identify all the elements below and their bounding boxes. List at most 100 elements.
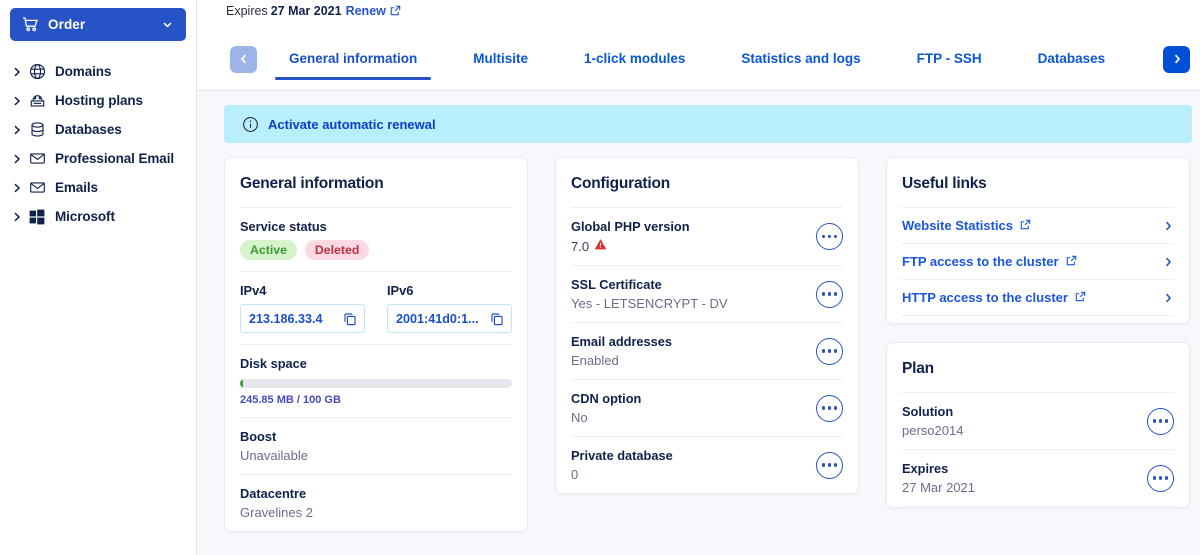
column-configuration: Configuration Global PHP version 7.0 SSL… [555, 157, 859, 532]
chevron-right-icon [1163, 292, 1174, 304]
order-button[interactable]: Order [10, 8, 186, 41]
sidebar-item-emails[interactable]: Emails [10, 173, 186, 202]
row-label: Service status [240, 219, 327, 234]
tabs-prev-button[interactable] [230, 45, 257, 73]
row-label: Disk space [240, 356, 307, 371]
row-value: 0 [571, 467, 579, 482]
tabs-next-button[interactable] [1163, 45, 1190, 73]
card-title: Configuration [571, 175, 670, 192]
ipv4-block: IPv4 213.186.33.4 [240, 283, 365, 333]
sidebar-item-label: Hosting plans [55, 93, 143, 108]
tab-ftp-ssh[interactable]: FTP - SSH [893, 26, 1006, 91]
tab-databases[interactable]: Databases [1014, 26, 1130, 91]
external-link-icon [1075, 290, 1086, 305]
tab-label: Multisite [473, 50, 529, 66]
sidebar-item-hosting-plans[interactable]: Hosting plans [10, 86, 186, 115]
chevron-right-icon [1163, 220, 1174, 232]
row-value-wrap: 7.0 [571, 238, 808, 254]
card-title: Useful links [902, 175, 987, 192]
boost-row: Boost Unavailable [240, 417, 512, 474]
row-label: Expires [902, 461, 949, 476]
row-label: Datacentre [240, 486, 307, 501]
tab-label: FTP - SSH [916, 50, 982, 66]
microsoft-icon [29, 209, 55, 225]
row-label: Boost [240, 429, 277, 444]
envelope-icon [29, 150, 55, 167]
sidebar-item-professional-email[interactable]: Professional Email [10, 144, 186, 173]
link-text-wrap: Website Statistics [902, 218, 1163, 233]
useful-links-card: Useful links Website Statistics FTP acce… [886, 157, 1190, 324]
row-value: No [571, 410, 588, 425]
row-label: CDN option [571, 391, 642, 406]
sidebar-item-label: Microsoft [55, 209, 115, 224]
tab-general-information[interactable]: General information [265, 26, 441, 91]
tab-statistics-and-logs[interactable]: Statistics and logs [717, 26, 884, 91]
row-label: Global PHP version [571, 219, 690, 234]
expires-bar: Expires 27 Mar 2021 Renew [197, 0, 1200, 26]
row-value: 27 Mar 2021 [902, 480, 975, 495]
banner-text: Activate automatic renewal [268, 116, 436, 132]
email-addresses-row: Email addresses Enabled [571, 322, 843, 379]
cdn-option-row: CDN option No [571, 379, 843, 436]
ip-addresses-row: IPv4 213.186.33.4 IPv6 2001:41d0:1... [240, 271, 512, 344]
tab-1-click-modules[interactable]: 1-click modules [560, 26, 709, 91]
copy-icon[interactable] [490, 312, 504, 326]
disk-space-progress [240, 379, 512, 388]
more-options-icon[interactable] [816, 280, 843, 308]
column-useful-links-plan: Useful links Website Statistics FTP acce… [886, 157, 1190, 532]
link-label: Website Statistics [902, 218, 1014, 233]
sidebar-item-label: Emails [55, 180, 98, 195]
card-title: General information [240, 175, 384, 192]
more-options-icon[interactable] [816, 337, 843, 365]
chevron-right-icon [12, 66, 29, 78]
globe-icon [29, 63, 55, 80]
column-general-information: General information Service status Activ… [224, 157, 528, 532]
ssl-certificate-row: SSL Certificate Yes - LETSENCRYPT - DV [571, 265, 843, 322]
row-label: Private database [571, 448, 673, 463]
row-value: Gravelines 2 [240, 505, 313, 520]
service-status-row: Service status Active Deleted [240, 207, 512, 271]
link-ftp-access[interactable]: FTP access to the cluster [902, 243, 1174, 279]
status-badge: Deleted [304, 240, 370, 260]
status-badges: Active Deleted [240, 240, 512, 260]
more-options-icon[interactable] [816, 394, 843, 422]
divider [902, 506, 1174, 507]
private-database-row: Private database 0 [571, 436, 843, 493]
info-icon [242, 116, 259, 133]
copy-icon[interactable] [343, 312, 357, 326]
database-icon [29, 121, 55, 138]
cart-icon [22, 17, 39, 32]
link-text-wrap: HTTP access to the cluster [902, 290, 1163, 305]
link-website-statistics[interactable]: Website Statistics [902, 207, 1174, 243]
sidebar-item-domains[interactable]: Domains [10, 57, 186, 86]
plan-card: Plan Solution perso2014 Expires 27 Mar 2… [886, 342, 1190, 508]
more-options-icon[interactable] [1147, 407, 1174, 435]
row-value: Yes - LETSENCRYPT - DV [571, 296, 728, 311]
renew-link[interactable]: Renew [346, 4, 386, 18]
ipv6-copy-field[interactable]: 2001:41d0:1... [387, 304, 512, 333]
more-options-icon[interactable] [816, 223, 843, 250]
row-value: Unavailable [240, 448, 308, 463]
warning-icon [594, 238, 607, 254]
link-label: FTP access to the cluster [902, 254, 1059, 269]
ipv4-label: IPv4 [240, 283, 267, 298]
auto-renewal-banner[interactable]: Activate automatic renewal [224, 105, 1192, 143]
tab-label: 1-click modules [584, 50, 686, 66]
sidebar-item-databases[interactable]: Databases [10, 115, 186, 144]
tab-multisite[interactable]: Multisite [449, 26, 552, 91]
external-link-icon [1066, 254, 1077, 269]
tab-label: Databases [1037, 50, 1106, 66]
more-options-icon[interactable] [1147, 464, 1174, 492]
link-text-wrap: FTP access to the cluster [902, 254, 1163, 269]
row-value: 7.0 [571, 238, 590, 254]
tab-label: Statistics and logs [741, 50, 861, 66]
sidebar-item-label: Domains [55, 64, 112, 79]
card-title: Plan [902, 360, 934, 377]
ipv4-copy-field[interactable]: 213.186.33.4 [240, 304, 365, 333]
external-link-icon [1020, 218, 1031, 233]
row-label: Email addresses [571, 334, 673, 349]
link-http-access[interactable]: HTTP access to the cluster [902, 279, 1174, 315]
sidebar-item-microsoft[interactable]: Microsoft [10, 202, 186, 231]
more-options-icon[interactable] [816, 451, 843, 479]
status-badge: Active [240, 240, 297, 260]
